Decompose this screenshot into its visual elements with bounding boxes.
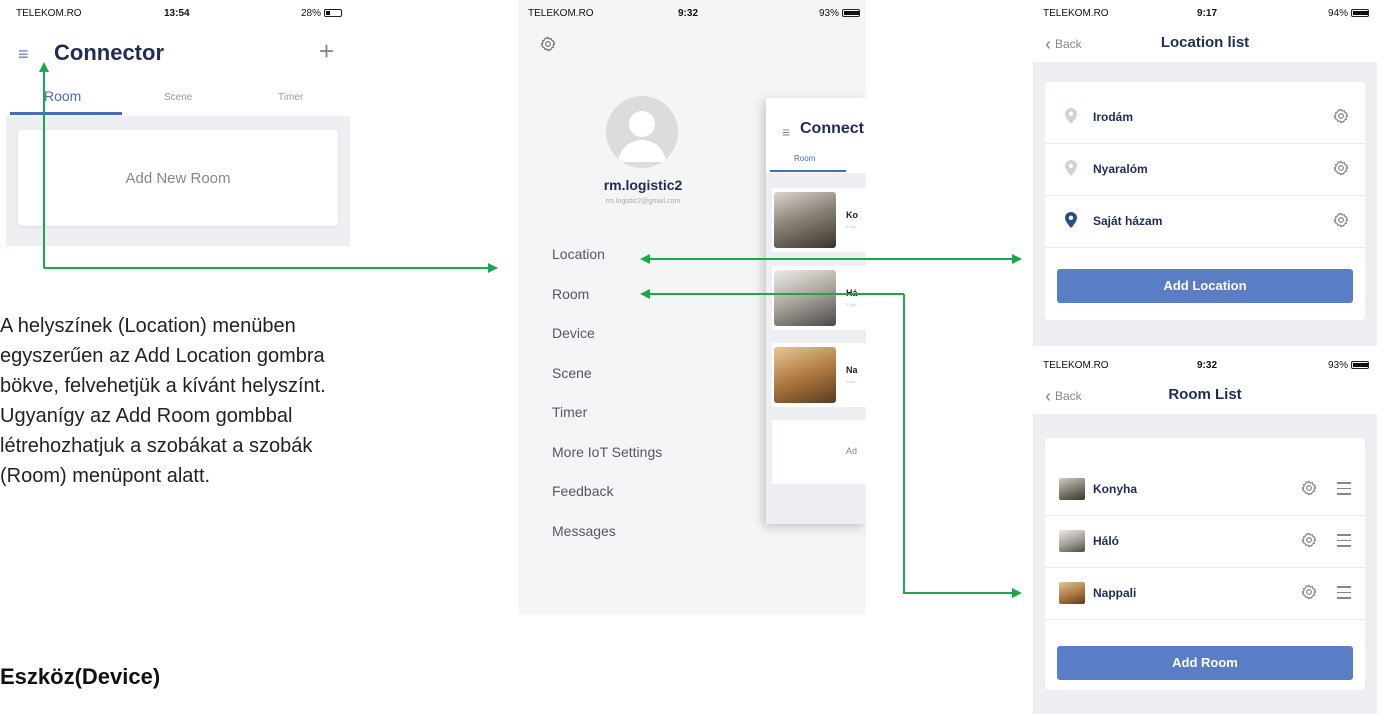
annotation-arrows bbox=[39, 62, 1022, 598]
arrow-room-to-list bbox=[903, 294, 1022, 598]
